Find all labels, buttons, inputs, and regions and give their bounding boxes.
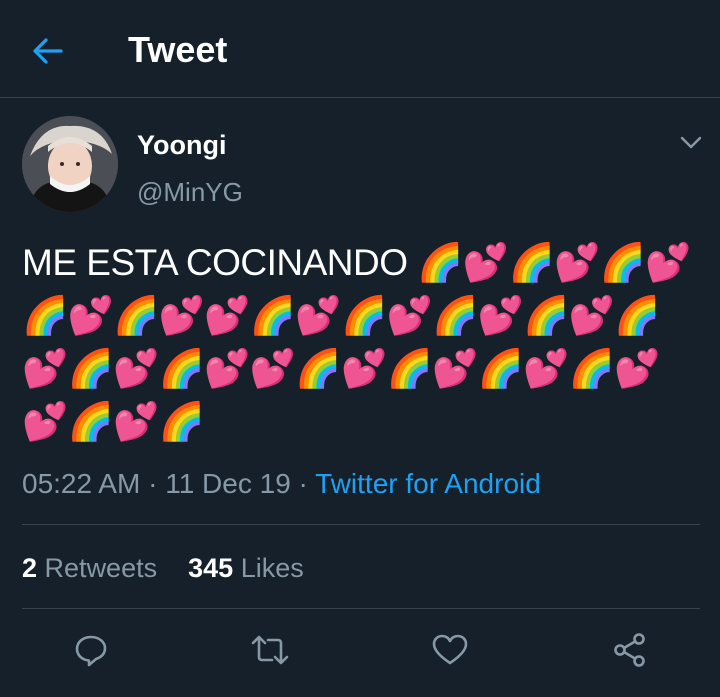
author-display-name[interactable]: Yoongi <box>137 128 226 162</box>
avatar[interactable] <box>22 116 118 212</box>
speech-bubble-icon <box>75 635 107 667</box>
likes-stat[interactable]: 345 Likes <box>188 553 304 583</box>
page-title: Tweet <box>128 29 228 70</box>
meta-separator: · <box>148 468 158 499</box>
heart-icon <box>432 634 468 665</box>
author-handle[interactable]: @MinYG <box>137 175 243 209</box>
tweet-time: 05:22 AM <box>22 468 141 499</box>
meta-separator: · <box>298 468 308 499</box>
action-bar <box>0 618 720 682</box>
like-button[interactable] <box>428 628 472 672</box>
divider <box>22 524 700 525</box>
retweets-count: 2 <box>22 553 38 583</box>
retweets-stat[interactable]: 2 Retweets <box>22 553 165 583</box>
divider <box>22 608 700 609</box>
share-icon <box>614 633 645 667</box>
tweet-source-link[interactable]: Twitter for Android <box>315 468 541 499</box>
share-button[interactable] <box>608 628 652 672</box>
tweet-stats: 2 Retweets 345 Likes <box>22 550 304 586</box>
top-bar: Tweet <box>0 0 720 98</box>
arrow-left-icon <box>33 38 63 64</box>
tweet-options-button[interactable] <box>674 128 708 158</box>
tweet-text: ME ESTA COCINANDO 🌈💕🌈💕🌈💕🌈💕🌈💕💕🌈💕🌈💕🌈💕🌈💕🌈💕🌈… <box>22 242 691 442</box>
back-button[interactable] <box>20 26 76 76</box>
profile-photo <box>22 116 118 212</box>
reply-button[interactable] <box>69 628 113 672</box>
retweets-label: Retweets <box>44 553 158 583</box>
retweet-button[interactable] <box>248 628 292 672</box>
likes-count: 345 <box>188 553 234 583</box>
chevron-down-icon <box>680 136 702 149</box>
tweet-metadata: 05:22 AM · 11 Dec 19 · Twitter for Andro… <box>22 466 541 502</box>
tweet-date: 11 Dec 19 <box>165 468 291 499</box>
likes-label: Likes <box>240 553 304 583</box>
retweet-icon <box>251 635 289 665</box>
